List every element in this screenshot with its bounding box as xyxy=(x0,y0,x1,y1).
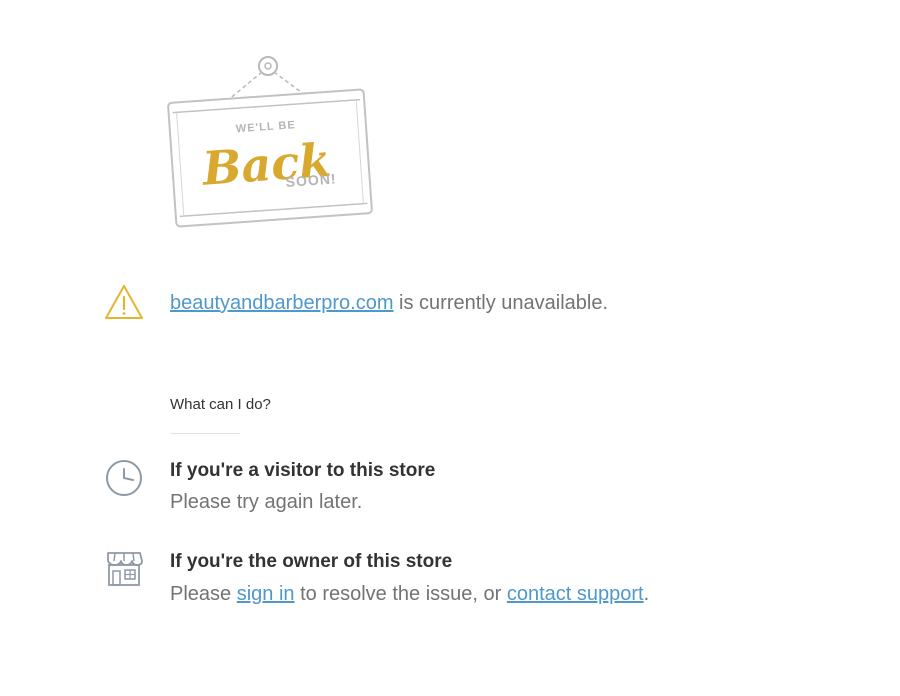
storefront-icon xyxy=(104,549,144,589)
owner-title: If you're the owner of this store xyxy=(170,551,453,572)
owner-text-before: Please xyxy=(170,583,237,605)
unavailable-notice: beautyandbarberpro.com is currently unav… xyxy=(170,292,608,315)
contact-support-link[interactable]: contact support xyxy=(507,583,644,605)
unavailable-message: is currently unavailable. xyxy=(393,292,609,314)
store-domain-link[interactable]: beautyandbarberpro.com xyxy=(170,292,393,314)
divider xyxy=(170,433,240,434)
warning-icon xyxy=(104,284,144,320)
back-soon-sign-illustration: WE'LL BE Back SOON! xyxy=(160,48,390,228)
owner-text-middle: to resolve the issue, or xyxy=(294,583,507,605)
visitor-title: If you're a visitor to this store xyxy=(170,460,436,481)
visitor-text: Please try again later. xyxy=(170,491,363,513)
clock-icon xyxy=(104,458,144,498)
owner-text-after: . xyxy=(643,583,650,605)
sign-in-link[interactable]: sign in xyxy=(237,583,295,605)
owner-text: Please sign in to resolve the issue, or … xyxy=(170,583,649,606)
what-can-i-do-heading: What can I do? xyxy=(170,396,271,413)
